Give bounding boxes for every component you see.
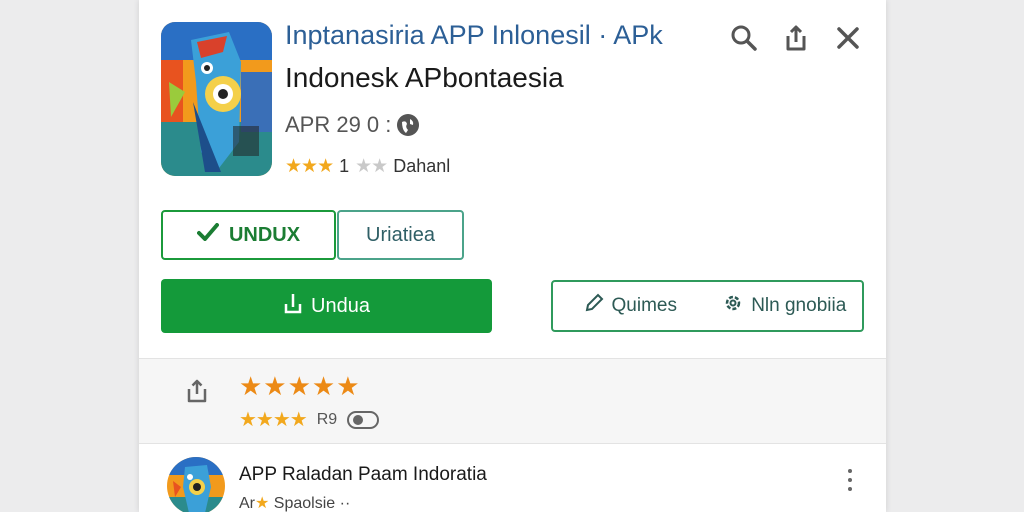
list-item-subtitle: Ar★ Spaolsie ·· <box>239 493 350 512</box>
review-stars[interactable]: ★★★★★ <box>239 371 361 402</box>
uriatiea-button[interactable]: Uriatiea <box>337 210 464 260</box>
check-icon <box>196 223 219 247</box>
rating-row: ★★★ 1 ★★ Dahanl <box>285 155 450 178</box>
rating-dim-stars: ★★ <box>355 156 388 177</box>
review-sub-stars: ★★★★ <box>239 409 308 431</box>
rating-value: 1 <box>339 156 350 176</box>
review-section: ★★★★★ ★★★★ R9 <box>139 358 886 444</box>
share-icon[interactable] <box>780 22 812 54</box>
unduh-outline-button[interactable]: UNDUX <box>161 210 336 260</box>
more-options-icon[interactable] <box>842 465 858 495</box>
app-name: Indonesk APbontaesia <box>285 62 564 93</box>
download-label: Undua <box>311 294 370 317</box>
close-icon[interactable] <box>832 22 864 54</box>
app-detail-card: Inptanasiria APP Inlonesil · APk Indones… <box>139 0 886 512</box>
download-button[interactable]: Undua <box>161 279 492 333</box>
unduh-outline-label: UNDUX <box>228 223 301 246</box>
app-icon <box>161 22 272 176</box>
uriatiea-label: Uriatiea <box>366 223 435 246</box>
rating-label: Dahanl <box>393 156 451 176</box>
list-item[interactable]: APP Raladan Paam Indoratia Ar★ Spaolsie … <box>139 445 886 512</box>
share-icon[interactable] <box>181 375 213 407</box>
review-toggle[interactable] <box>347 410 380 429</box>
pencil-icon <box>584 293 604 319</box>
quimes-label: Quimes <box>611 295 677 316</box>
search-icon[interactable] <box>728 22 760 54</box>
gear-icon <box>723 293 743 319</box>
globe-icon <box>397 114 420 136</box>
list-item-sub-prefix: Ar <box>239 495 255 512</box>
review-sub-row: ★★★★ R9 <box>239 407 380 432</box>
version-text: APR 29 0 : <box>285 112 392 137</box>
list-item-sub-dots: ·· <box>339 495 351 512</box>
nln-gnobiia-label: Nln gnobiia <box>751 295 847 316</box>
app-title-link[interactable]: Inptanasiria APP Inlonesil · APk <box>285 20 663 51</box>
nln-gnobiia-button[interactable]: Nln gnobiia <box>708 282 863 330</box>
avatar <box>167 457 225 512</box>
review-sub-label: R9 <box>316 410 338 428</box>
header-actions <box>728 22 864 54</box>
version-row: APR 29 0 : <box>285 112 420 138</box>
quimes-button[interactable]: Quimes <box>553 282 708 330</box>
app-header: Inptanasiria APP Inlonesil · APk Indones… <box>139 0 886 352</box>
list-item-sub-label: Spaolsie <box>273 495 336 512</box>
star-icon: ★ <box>255 495 270 512</box>
rating-stars: ★★★ <box>285 156 334 177</box>
download-icon <box>283 292 303 320</box>
list-item-title: APP Raladan Paam Indoratia <box>239 464 487 485</box>
split-button-group: Quimes Nln gnobiia <box>551 280 864 332</box>
